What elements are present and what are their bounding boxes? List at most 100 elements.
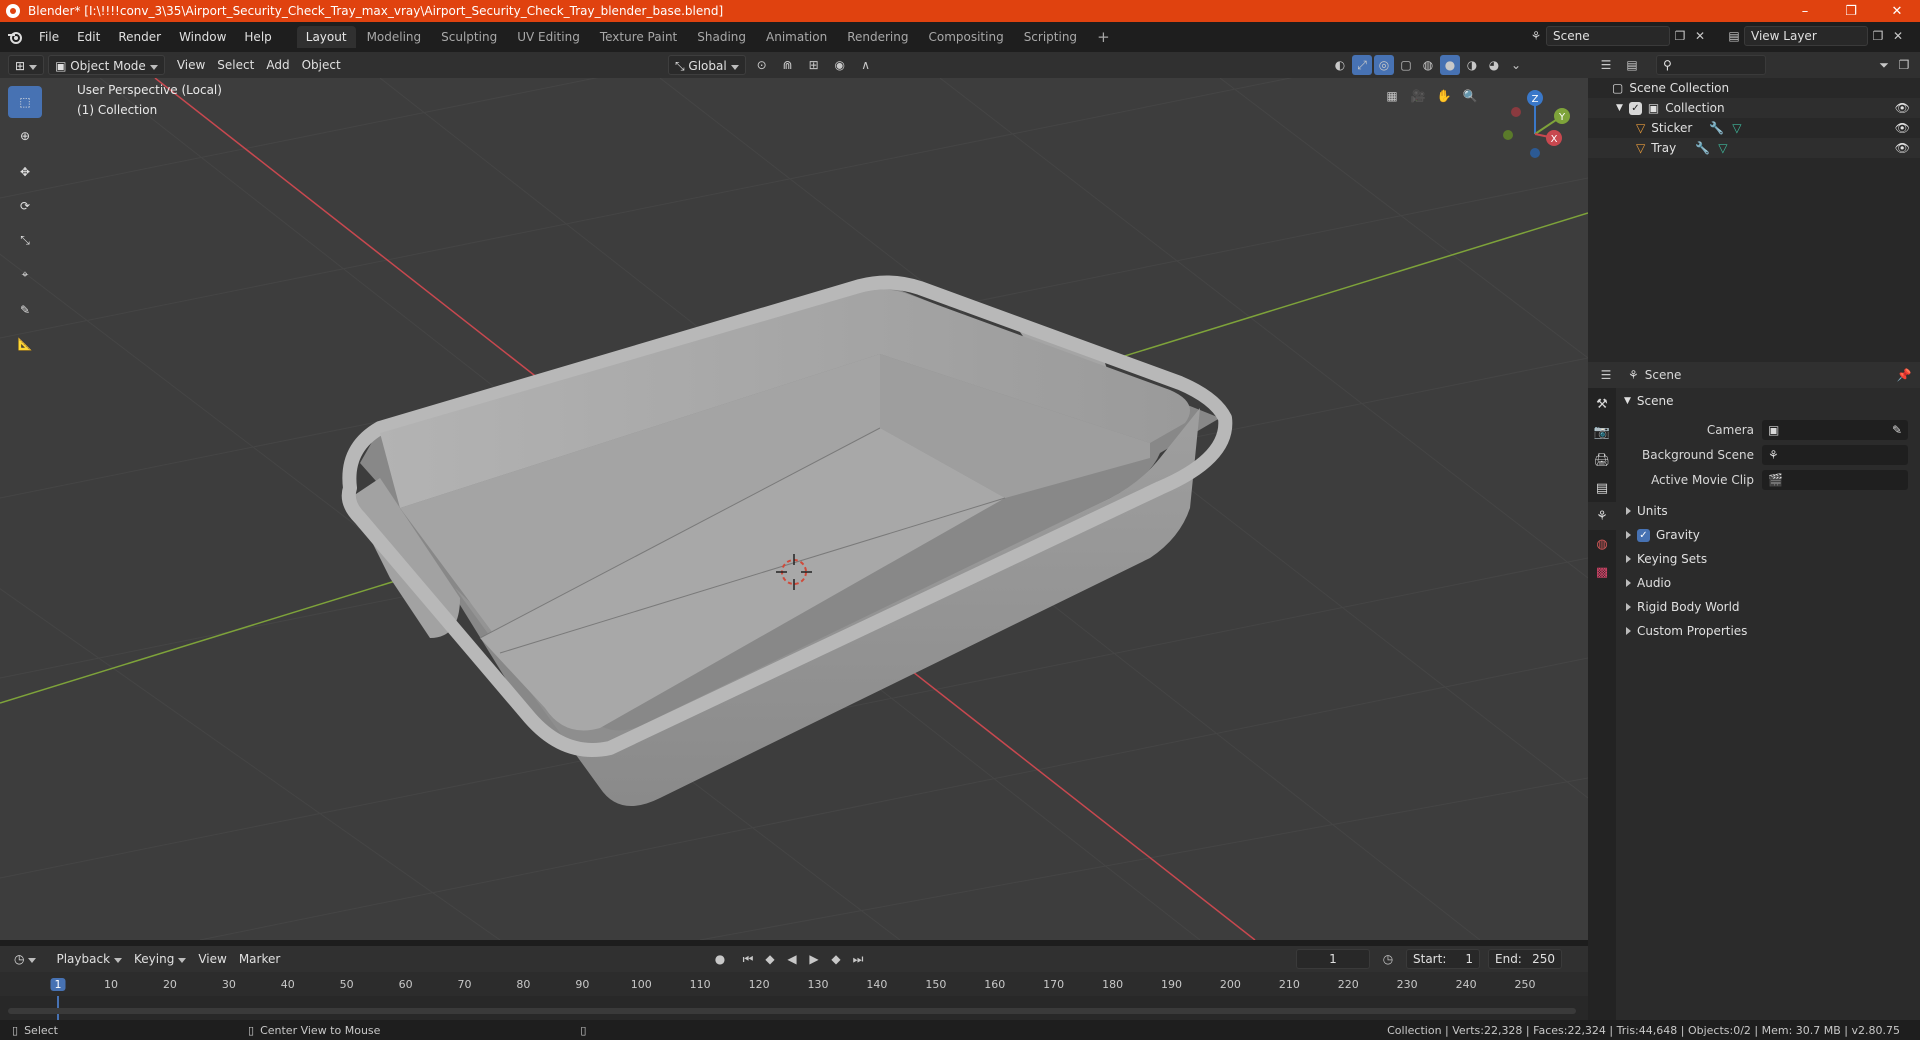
keying-sets-section[interactable]: Keying Sets (1620, 547, 1916, 571)
proportional-edit-icon[interactable]: ◉ (830, 55, 850, 75)
mesh-data-icon[interactable]: ▽ (1718, 141, 1727, 155)
gravity-checkbox[interactable]: ✓ (1637, 528, 1650, 542)
menu-select[interactable]: Select (211, 55, 260, 75)
snap-icon[interactable]: ⋒ (778, 55, 798, 75)
menu-file[interactable]: File (30, 22, 68, 52)
select-box-icon[interactable]: ⬚ (8, 86, 42, 118)
tab-layout[interactable]: Layout (296, 26, 356, 48)
overlay-toggle-icon[interactable]: ◎ (1374, 55, 1394, 75)
tab-compositing[interactable]: Compositing (919, 26, 1012, 48)
timeline-scrollbar[interactable] (8, 1008, 1576, 1014)
display-mode-icon[interactable]: ▤ (1622, 55, 1642, 75)
toggle-camera-grid-icon[interactable]: ▦ (1382, 86, 1402, 106)
rendered-shading-icon[interactable]: ◕ (1484, 55, 1504, 75)
scale-icon[interactable]: ⤡ (8, 224, 42, 256)
outliner-row-collection[interactable]: ▼ ✓ ▣ Collection 👁 (1588, 98, 1920, 118)
move-icon[interactable]: ✥ (8, 156, 42, 188)
jump-end-icon[interactable]: ⏭ (848, 949, 868, 969)
output-tab-icon[interactable]: 🖨 (1588, 446, 1616, 474)
start-frame-field[interactable]: Start: 1 (1406, 949, 1480, 969)
minimize-button[interactable]: – (1782, 0, 1828, 22)
outliner-search-field[interactable]: ⚲ (1656, 55, 1766, 75)
camera-field[interactable]: ▣ ✎ (1762, 420, 1908, 440)
blender-menu-icon[interactable] (0, 30, 30, 44)
new-view-layer-icon[interactable]: ❐ (1868, 26, 1888, 46)
navigation-gizmo[interactable]: Z Y X (1503, 90, 1570, 158)
rotate-icon[interactable]: ⟳ (8, 190, 42, 222)
tab-scripting[interactable]: Scripting (1015, 26, 1086, 48)
render-tab-icon[interactable]: 📷 (1588, 418, 1616, 446)
pan-hand-icon[interactable]: ✋ (1434, 86, 1454, 106)
measure-icon[interactable]: 📐 (8, 328, 42, 360)
new-scene-icon[interactable]: ❐ (1670, 26, 1690, 46)
tab-modeling[interactable]: Modeling (358, 26, 431, 48)
collection-checkbox[interactable]: ✓ (1628, 101, 1642, 115)
play-reverse-icon[interactable]: ◀ (782, 949, 802, 969)
scene-field[interactable]: Scene (1546, 26, 1670, 46)
tool-tab-icon[interactable]: ⚒ (1588, 390, 1616, 418)
expand-arrow-icon[interactable]: ▼ (1616, 103, 1623, 113)
menu-view[interactable]: View (171, 55, 211, 75)
add-workspace-icon[interactable]: + (1088, 26, 1119, 48)
xray-icon[interactable]: ▢ (1396, 55, 1416, 75)
jump-keyframe-forward-icon[interactable]: ◆ (826, 949, 846, 969)
menu-keying[interactable]: Keying (128, 949, 192, 969)
menu-playback[interactable]: Playback (50, 949, 128, 969)
new-collection-icon[interactable]: ❐ (1894, 55, 1914, 75)
tab-shading[interactable]: Shading (688, 26, 755, 48)
jump-start-icon[interactable]: ⏮ (738, 949, 758, 969)
restore-button[interactable]: ❐ (1828, 0, 1874, 22)
delete-scene-icon[interactable]: ✕ (1690, 26, 1710, 46)
gravity-section[interactable]: ✓ Gravity (1620, 523, 1916, 547)
3d-viewport[interactable]: Z Y X User Perspective (Local) (1) Colle… (0, 78, 1588, 940)
filter-icon[interactable]: ⏷ (1874, 55, 1894, 75)
tab-uv-editing[interactable]: UV Editing (508, 26, 589, 48)
world-tab-icon[interactable]: ◍ (1588, 530, 1616, 558)
tray-visibility-icon[interactable]: 👁 (1895, 141, 1910, 155)
menu-help[interactable]: Help (235, 22, 280, 52)
snap-target-icon[interactable]: ⊞ (804, 55, 824, 75)
mode-dropdown[interactable]: ▣ Object Mode (48, 55, 165, 75)
view-layer-icon[interactable]: ▤ (1724, 26, 1744, 46)
outliner-row-sticker[interactable]: ▽ Sticker 🔧 ▽ 👁 (1588, 118, 1920, 138)
tab-texture-paint[interactable]: Texture Paint (591, 26, 686, 48)
properties-editor-type-icon[interactable]: ☰ (1596, 365, 1616, 385)
rigid-body-world-section[interactable]: Rigid Body World (1620, 595, 1916, 619)
pin-icon[interactable]: 📌 (1894, 365, 1914, 385)
play-icon[interactable]: ▶ (804, 949, 824, 969)
record-icon[interactable]: ● (710, 949, 730, 969)
preview-range-icon[interactable]: ◷ (1378, 949, 1398, 969)
outliner-row-scene-collection[interactable]: ▢ Scene Collection (1588, 78, 1920, 98)
editor-type-button[interactable]: ⊞ (8, 55, 45, 75)
menu-render[interactable]: Render (109, 22, 170, 52)
tab-sculpting[interactable]: Sculpting (432, 26, 506, 48)
jump-keyframe-back-icon[interactable]: ◆ (760, 949, 780, 969)
mesh-data-icon[interactable]: ▽ (1732, 121, 1741, 135)
delete-view-layer-icon[interactable]: ✕ (1888, 26, 1908, 46)
pivot-icon[interactable]: ⊙ (752, 55, 772, 75)
menu-marker[interactable]: Marker (233, 949, 286, 969)
timeline-area[interactable]: 1 10 20 30 40 50 60 70 80 90 100 110 120 130 140 150 160… (0, 972, 1588, 1020)
end-frame-field[interactable]: End: 250 (1488, 949, 1562, 969)
camera-view-icon[interactable]: 🎥 (1408, 86, 1428, 106)
menu-object[interactable]: Object (296, 55, 347, 75)
scene-selector-icon[interactable]: ⚘ (1526, 26, 1546, 46)
shading-options-icon[interactable]: ⌄ (1506, 55, 1526, 75)
units-section[interactable]: Units (1620, 499, 1916, 523)
menu-window[interactable]: Window (170, 22, 235, 52)
modifier-wrench-icon[interactable]: 🔧 (1695, 141, 1710, 155)
menu-add[interactable]: Add (260, 55, 295, 75)
eyedropper-icon[interactable]: ✎ (1892, 423, 1902, 437)
visibility-icon[interactable]: ◐ (1330, 55, 1350, 75)
gizmo-toggle-icon[interactable]: ⤢ (1352, 55, 1372, 75)
background-scene-field[interactable]: ⚘ (1762, 445, 1908, 465)
transform-icon[interactable]: ⌖ (8, 258, 42, 290)
scene-section-header[interactable]: ▼ Scene (1620, 389, 1916, 413)
collection-visibility-icon[interactable]: 👁 (1895, 101, 1910, 115)
solid-shading-icon[interactable]: ● (1440, 55, 1460, 75)
tab-animation[interactable]: Animation (757, 26, 836, 48)
audio-section[interactable]: Audio (1620, 571, 1916, 595)
zoom-icon[interactable]: 🔍 (1460, 86, 1480, 106)
outliner-row-tray[interactable]: ▽ Tray 🔧 ▽ 👁 (1588, 138, 1920, 158)
view-layer-tab-icon[interactable]: ▤ (1588, 474, 1616, 502)
